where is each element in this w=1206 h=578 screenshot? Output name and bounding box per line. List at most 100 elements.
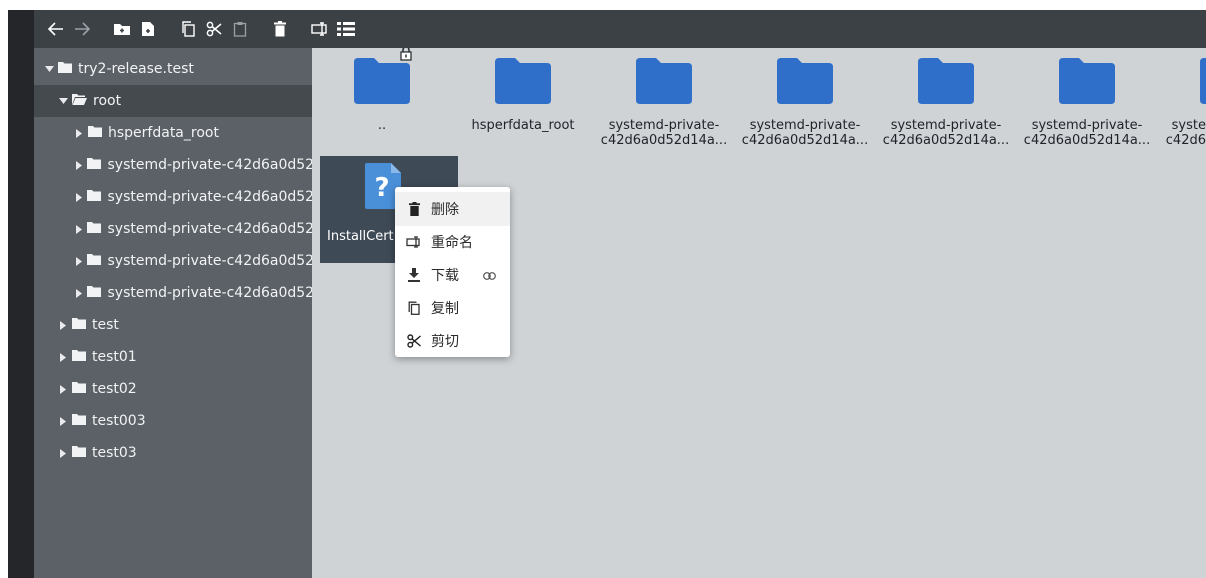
tree-item-systemd-private-2[interactable]: systemd-private-c42d6a0d52d (34, 181, 312, 213)
rename-icon (405, 236, 423, 248)
file-name: hsperfdata_root (471, 118, 575, 133)
lock-icon (400, 48, 412, 61)
copy-icon (405, 301, 423, 315)
folder-tree: try2-release.test root hsperfdata_root s… (34, 48, 312, 578)
caret-down-icon[interactable] (58, 96, 68, 106)
file-name: systemd-private-c42d6a0d52d14a... (1023, 118, 1151, 148)
tree-item-label: test003 (92, 413, 146, 429)
file-tile-hsperfdata-root[interactable]: hsperfdata_root (453, 48, 593, 158)
tree-item-label: systemd-private-c42d6a0d52d (107, 221, 312, 237)
folder-icon (72, 317, 86, 333)
folder-icon (87, 157, 102, 173)
folder-icon (72, 413, 86, 429)
toolbar (34, 10, 1206, 48)
folder-icon (1200, 58, 1206, 104)
file-tile-systemd-private-3[interactable]: systemd-private-c42d6a0d52d14a... (876, 48, 1016, 158)
file-name: systemd-private-c42d6a0d52d14a... (882, 118, 1010, 148)
forward-arrow-icon[interactable] (72, 19, 92, 39)
menu-item-copy[interactable]: 复制 (395, 291, 510, 325)
tree-item-root[interactable]: root (34, 85, 312, 117)
tree-item-label: systemd-private-c42d6a0d52d (107, 189, 312, 205)
tree-item-try2-release[interactable]: try2-release.test (34, 53, 312, 85)
caret-right-icon[interactable] (74, 128, 84, 138)
caret-right-icon[interactable] (74, 160, 83, 170)
menu-item-download[interactable]: 下载 (395, 258, 510, 292)
caret-right-icon[interactable] (74, 192, 83, 202)
cut-icon[interactable] (204, 19, 224, 39)
caret-right-icon[interactable] (58, 352, 68, 362)
folder-icon (918, 58, 974, 104)
back-arrow-icon[interactable] (46, 19, 66, 39)
caret-right-icon[interactable] (58, 448, 68, 458)
download-icon (405, 268, 423, 282)
file-tile-systemd-private-2[interactable]: systemd-private-c42d6a0d52d14a... (735, 48, 875, 158)
tree-item-systemd-private-4[interactable]: systemd-private-c42d6a0d52d (34, 245, 312, 277)
folder-icon (87, 253, 102, 269)
tree-item-test[interactable]: test (34, 309, 312, 341)
left-edge-strip (8, 10, 34, 578)
tree-item-label: systemd-private-c42d6a0d52d (107, 285, 312, 301)
tree-item-label: systemd-private-c42d6a0d52d (107, 253, 312, 269)
menu-item-delete[interactable]: 删除 (395, 192, 510, 226)
tree-item-label: root (93, 93, 122, 109)
tree-item-systemd-private-5[interactable]: systemd-private-c42d6a0d52d (34, 277, 312, 309)
tree-item-systemd-private-3[interactable]: systemd-private-c42d6a0d52d (34, 213, 312, 245)
menu-item-rename[interactable]: 重命名 (395, 225, 510, 259)
menu-item-label: 下载 (431, 268, 459, 284)
caret-right-icon[interactable] (58, 416, 68, 426)
folder-icon (88, 125, 102, 141)
folder-icon (87, 189, 102, 205)
tree-item-label: try2-release.test (78, 61, 194, 77)
copy-icon[interactable] (178, 19, 198, 39)
new-file-icon[interactable] (138, 19, 158, 39)
file-tile-systemd-private-4[interactable]: systemd-private-c42d6a0d52d14a... (1017, 48, 1157, 158)
tree-item-test03[interactable]: test03 (34, 437, 312, 469)
list-view-icon[interactable] (336, 19, 356, 39)
caret-right-icon[interactable] (58, 384, 68, 394)
menu-item-cut[interactable]: 剪切 (395, 324, 510, 358)
file-name: syste c42d6 (1165, 118, 1206, 148)
folder-icon (1059, 58, 1115, 104)
file-name: systemd-private-c42d6a0d52d14a... (600, 118, 728, 148)
tree-item-label: test (92, 317, 119, 333)
folder-icon (354, 58, 410, 104)
tree-item-hsperfdata-root[interactable]: hsperfdata_root (34, 117, 312, 149)
link-icon[interactable] (483, 268, 496, 284)
folder-icon (495, 58, 551, 104)
folder-icon (72, 381, 86, 397)
caret-down-icon[interactable] (44, 64, 54, 74)
file-manager-window: try2-release.test root hsperfdata_root s… (8, 10, 1206, 578)
file-name: .. (377, 118, 387, 133)
rename-icon[interactable] (310, 19, 330, 39)
folder-icon (58, 61, 72, 77)
tree-item-test003[interactable]: test003 (34, 405, 312, 437)
caret-right-icon[interactable] (74, 288, 83, 298)
tree-item-systemd-private-1[interactable]: systemd-private-c42d6a0d52d (34, 149, 312, 181)
tree-item-label: hsperfdata_root (108, 125, 219, 141)
caret-right-icon[interactable] (74, 256, 83, 266)
file-tile-parent[interactable]: .. (312, 48, 452, 158)
folder-icon (87, 285, 102, 301)
folder-icon (777, 58, 833, 104)
file-tile-systemd-private-1[interactable]: systemd-private-c42d6a0d52d14a... (594, 48, 734, 158)
folder-icon (72, 445, 86, 461)
menu-item-label: 剪切 (431, 334, 459, 350)
paste-icon[interactable] (230, 19, 250, 39)
menu-item-label: 重命名 (431, 235, 473, 251)
svg-text:?: ? (374, 173, 389, 203)
tree-item-label: test02 (92, 381, 137, 397)
menu-item-label: 复制 (431, 301, 459, 317)
file-tile-systemd-private-5[interactable]: syste c42d6 (1158, 48, 1206, 158)
file-name: systemd-private-c42d6a0d52d14a... (741, 118, 869, 148)
tree-item-label: test01 (92, 349, 137, 365)
caret-right-icon[interactable] (58, 320, 68, 330)
folder-icon (72, 349, 86, 365)
new-folder-icon[interactable] (112, 19, 132, 39)
folder-icon (87, 221, 102, 237)
tree-item-test02[interactable]: test02 (34, 373, 312, 405)
open-folder-icon (72, 93, 87, 109)
delete-icon[interactable] (270, 19, 290, 39)
caret-right-icon[interactable] (74, 224, 83, 234)
tree-item-test01[interactable]: test01 (34, 341, 312, 373)
folder-icon (636, 58, 692, 104)
